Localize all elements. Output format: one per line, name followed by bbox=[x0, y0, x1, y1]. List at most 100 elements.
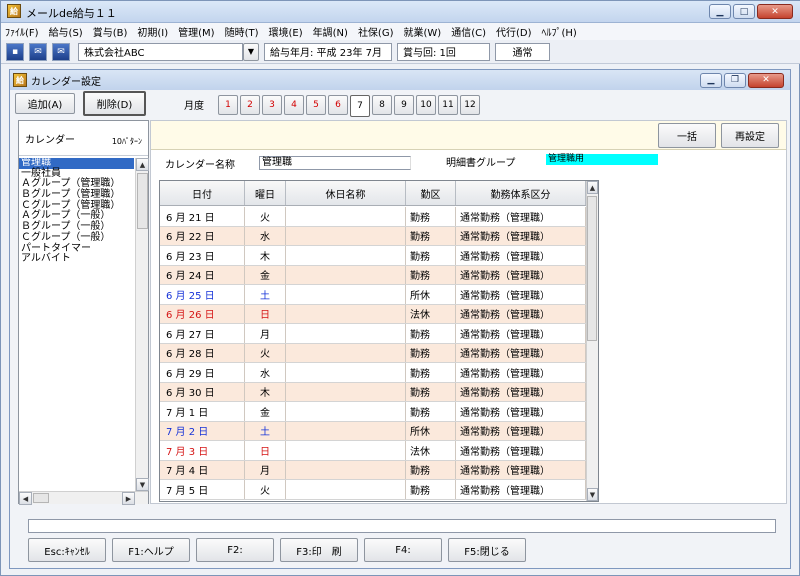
minimize-icon[interactable]: ▁ bbox=[709, 4, 731, 19]
menu-item-6[interactable]: 環境(E) bbox=[269, 24, 303, 39]
window-controls: ▁ □ ✕ bbox=[709, 4, 793, 19]
cell-holiday-name bbox=[286, 207, 406, 226]
cell-weekday: 木 bbox=[245, 246, 286, 265]
cell-holiday-name bbox=[286, 304, 406, 323]
fkey-button-1[interactable]: F1:ヘルプ bbox=[112, 538, 190, 562]
cell-weekday: 木 bbox=[245, 382, 286, 401]
scroll-right-icon[interactable]: ▶ bbox=[122, 492, 135, 505]
fkey-button-5[interactable]: F5:閉じる bbox=[448, 538, 526, 562]
menu-item-11[interactable]: 代行(D) bbox=[496, 24, 532, 39]
close-icon[interactable]: ✕ bbox=[757, 4, 793, 19]
table-scroll-thumb[interactable] bbox=[587, 196, 597, 341]
minimize-icon[interactable]: ▁ bbox=[700, 72, 722, 88]
fkey-button-2[interactable]: F2: bbox=[196, 538, 274, 562]
scroll-down-icon[interactable]: ▼ bbox=[136, 478, 149, 491]
month-tab-8[interactable]: 8 bbox=[372, 95, 392, 115]
month-tab-5[interactable]: 5 bbox=[306, 95, 326, 115]
fkey-button-4[interactable]: F4: bbox=[364, 538, 442, 562]
table-row[interactable]: 7 月 3 日日 法休 通常勤務（管理職） bbox=[160, 441, 586, 461]
reset-button[interactable]: 再設定 bbox=[721, 123, 779, 148]
month-tab-11[interactable]: 11 bbox=[438, 95, 458, 115]
menu-item-7[interactable]: 年調(N) bbox=[313, 24, 348, 39]
table-row[interactable]: 6 月 24 日金 勤務 通常勤務（管理職） bbox=[160, 265, 586, 285]
table-row[interactable]: 6 月 27 日月 勤務 通常勤務（管理職） bbox=[160, 324, 586, 344]
table-row[interactable]: 6 月 22 日水 勤務 通常勤務（管理職） bbox=[160, 226, 586, 246]
cell-date: 7 月 4 日 bbox=[160, 460, 245, 479]
table-row[interactable]: 6 月 25 日土 所休 通常勤務（管理職） bbox=[160, 285, 586, 305]
company-select[interactable]: 株式会社ABC bbox=[78, 42, 243, 61]
table-row[interactable]: 6 月 26 日日 法休 通常勤務（管理職） bbox=[160, 304, 586, 324]
calendar-name-input[interactable]: 管理職 bbox=[259, 156, 411, 170]
scroll-left-icon[interactable]: ◀ bbox=[19, 492, 32, 505]
cell-date: 6 月 25 日 bbox=[160, 285, 245, 304]
menu-item-12[interactable]: ﾍﾙﾌﾟ(H) bbox=[542, 24, 577, 39]
month-tab-9[interactable]: 9 bbox=[394, 95, 414, 115]
menu-item-4[interactable]: 管理(M) bbox=[178, 24, 214, 39]
app-window: 給 メールde給与１１ ▁ □ ✕ ﾌｧｲﾙ(F) 給与(S) 賞与(B) 初期(I)… bbox=[0, 0, 800, 576]
scroll-thumb[interactable] bbox=[137, 173, 148, 229]
month-tab-12[interactable]: 12 bbox=[460, 95, 480, 115]
slip-group-label: 明細書グループ bbox=[446, 158, 516, 169]
cell-work-kind: 勤務 bbox=[406, 324, 456, 343]
cell-work-kind: 所休 bbox=[406, 421, 456, 440]
calendar-list-header: カレンダー 10ﾊﾟﾀｰﾝ bbox=[19, 121, 148, 156]
window-logo-icon: 給 bbox=[13, 73, 27, 87]
table-row[interactable]: 6 月 23 日木 勤務 通常勤務（管理職） bbox=[160, 246, 586, 266]
cell-weekday: 火 bbox=[245, 207, 286, 226]
menu-item-10[interactable]: 通信(C) bbox=[451, 24, 486, 39]
month-tab-7[interactable]: 7 bbox=[350, 95, 370, 117]
month-tab-6[interactable]: 6 bbox=[328, 95, 348, 115]
menu-item-3[interactable]: 初期(I) bbox=[137, 24, 168, 39]
calendar-list-item[interactable]: Ｃグループ（一般） bbox=[19, 232, 134, 244]
list-vertical-scrollbar[interactable]: ▲ ▼ bbox=[135, 158, 149, 491]
cell-work-system: 通常勤務（管理職） bbox=[456, 402, 586, 421]
restore-icon[interactable]: ❐ bbox=[724, 72, 746, 88]
menu-item-1[interactable]: 給与(S) bbox=[49, 24, 83, 39]
maximize-icon[interactable]: □ bbox=[733, 4, 755, 19]
table-row[interactable]: 6 月 29 日水 勤務 通常勤務（管理職） bbox=[160, 363, 586, 383]
table-row[interactable]: 7 月 5 日火 勤務 通常勤務（管理職） bbox=[160, 480, 586, 500]
month-tab-2[interactable]: 2 bbox=[240, 95, 260, 115]
month-tab-3[interactable]: 3 bbox=[262, 95, 282, 115]
h-scroll-thumb[interactable] bbox=[33, 493, 49, 503]
menu-item-8[interactable]: 社保(G) bbox=[358, 24, 394, 39]
fkey-button-0[interactable]: Esc:ｷｬﾝｾﾙ bbox=[28, 538, 106, 562]
table-row[interactable]: 7 月 4 日月 勤務 通常勤務（管理職） bbox=[160, 460, 586, 480]
cell-weekday: 火 bbox=[245, 480, 286, 499]
menu-item-0[interactable]: ﾌｧｲﾙ(F) bbox=[5, 24, 39, 39]
table-row[interactable]: 7 月 2 日土 所休 通常勤務（管理職） bbox=[160, 421, 586, 441]
header-holiday-name: 休日名称 bbox=[286, 181, 406, 205]
menu-item-2[interactable]: 賞与(B) bbox=[93, 24, 128, 39]
chevron-down-icon[interactable]: ▼ bbox=[243, 42, 259, 61]
month-tab-10[interactable]: 10 bbox=[416, 95, 436, 115]
action-strip: 一括 再設定 bbox=[151, 121, 786, 150]
fkey-button-3[interactable]: F3:印 刷 bbox=[280, 538, 358, 562]
table-row[interactable]: 7 月 1 日金 勤務 通常勤務（管理職） bbox=[160, 402, 586, 422]
menu-bar: ﾌｧｲﾙ(F) 給与(S) 賞与(B) 初期(I) 管理(M) 随時(T) 環境(E) 年調(… bbox=[1, 23, 800, 40]
menu-item-5[interactable]: 随時(T) bbox=[225, 24, 259, 39]
cell-holiday-name bbox=[286, 382, 406, 401]
close-icon[interactable]: ✕ bbox=[748, 72, 784, 88]
table-row[interactable]: 6 月 30 日木 勤務 通常勤務（管理職） bbox=[160, 382, 586, 402]
scroll-up-icon[interactable]: ▲ bbox=[136, 158, 149, 171]
month-tab-1[interactable]: 1 bbox=[218, 95, 238, 115]
bulk-button[interactable]: 一括 bbox=[658, 123, 716, 148]
cell-work-system: 通常勤務（管理職） bbox=[456, 246, 586, 265]
menu-item-9[interactable]: 就業(W) bbox=[404, 24, 442, 39]
month-tab-4[interactable]: 4 bbox=[284, 95, 304, 115]
scroll-up-icon[interactable]: ▲ bbox=[587, 181, 598, 194]
save-icon[interactable]: ▪ bbox=[6, 42, 24, 61]
scroll-down-icon[interactable]: ▼ bbox=[587, 488, 598, 501]
table-row[interactable]: 6 月 21 日火 勤務 通常勤務（管理職） bbox=[160, 207, 586, 227]
mail-icon[interactable]: ✉ bbox=[29, 42, 47, 61]
cell-date: 6 月 21 日 bbox=[160, 207, 245, 226]
add-button[interactable]: 追加(A) bbox=[15, 93, 75, 114]
cell-weekday: 日 bbox=[245, 441, 286, 460]
table-vertical-scrollbar[interactable]: ▲ ▼ bbox=[586, 181, 598, 501]
cell-holiday-name bbox=[286, 324, 406, 343]
calendar-list-item[interactable]: アルバイト bbox=[19, 253, 134, 265]
list-horizontal-scrollbar[interactable]: ◀ ▶ bbox=[19, 491, 148, 505]
delete-button[interactable]: 削除(D) bbox=[83, 91, 146, 116]
mail-send-icon[interactable]: ✉ bbox=[52, 42, 70, 61]
table-row[interactable]: 6 月 28 日火 勤務 通常勤務（管理職） bbox=[160, 343, 586, 363]
